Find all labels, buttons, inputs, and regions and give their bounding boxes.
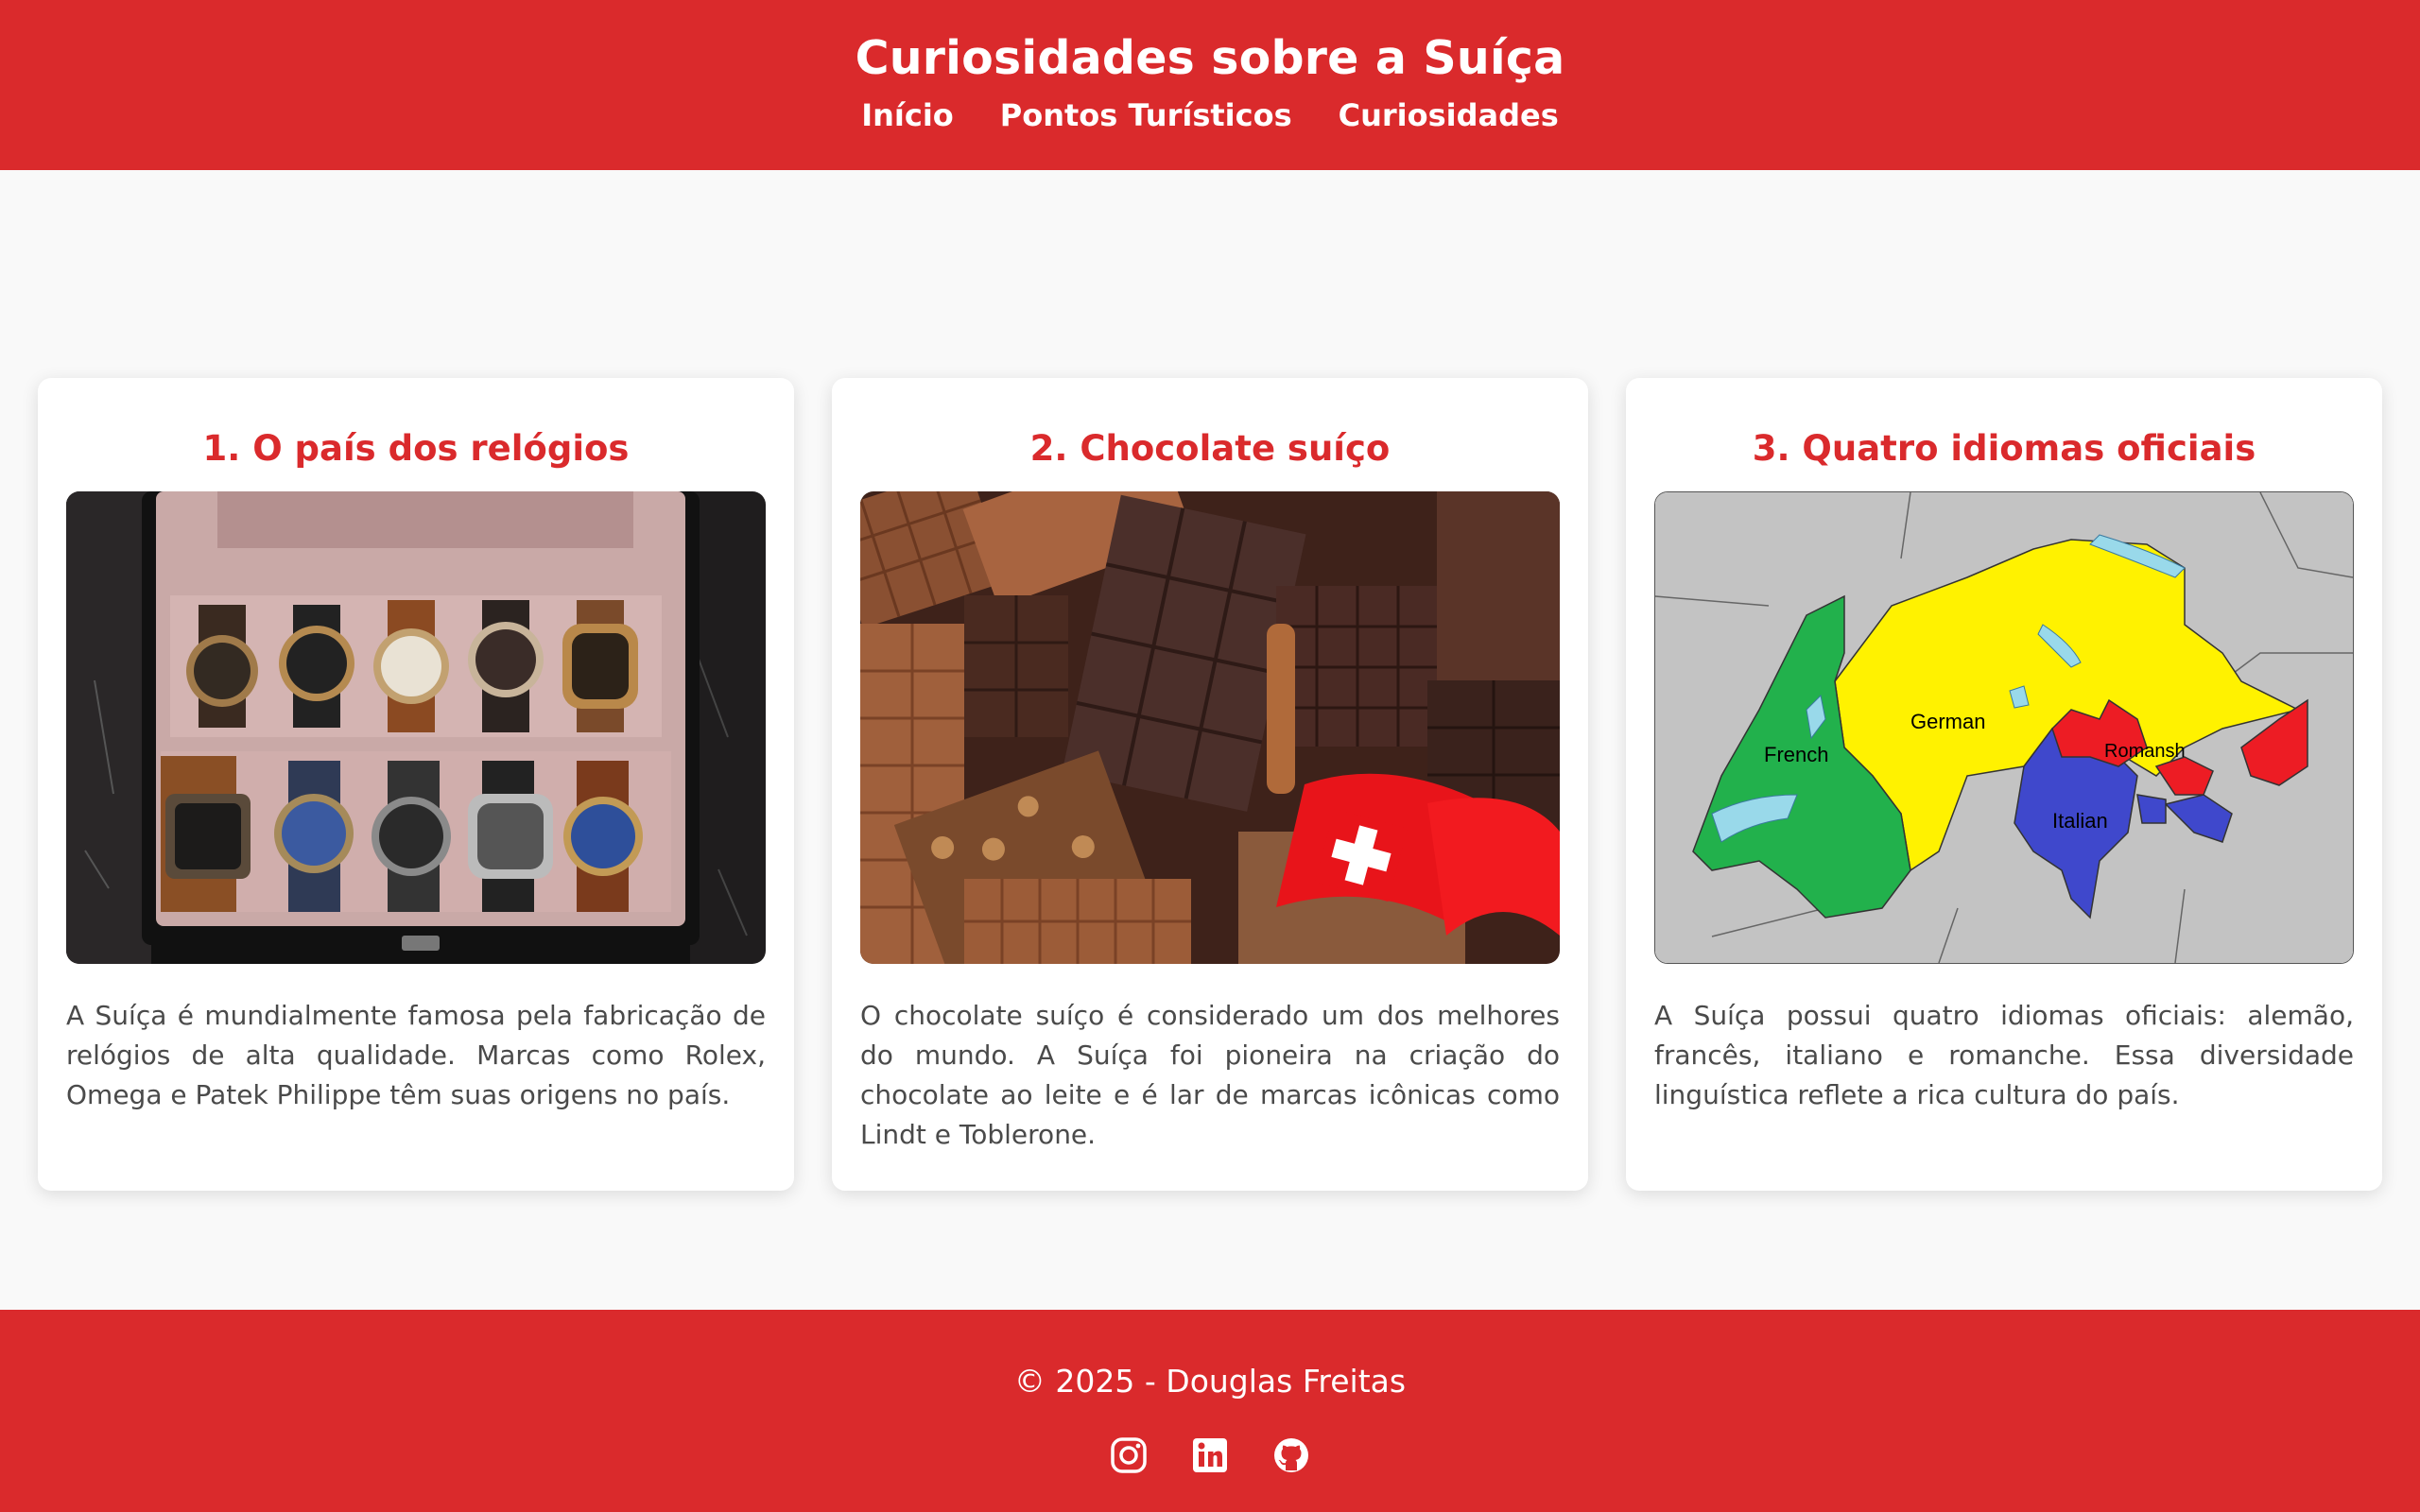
github-icon[interactable] (1272, 1436, 1310, 1474)
map-label-german: German (1910, 710, 1985, 733)
map-label-italian: Italian (2052, 809, 2108, 833)
card-title: 2. Chocolate suíço (1029, 428, 1391, 469)
site-header: Curiosidades sobre a Suíça Início Pontos… (0, 0, 2420, 170)
card-languages: 3. Quatro idiomas oficiais French German… (1626, 378, 2382, 1191)
card-text: O chocolate suíço é considerado um dos m… (860, 1000, 1560, 1150)
chocolate-image (860, 491, 1560, 964)
linkedin-icon[interactable] (1191, 1436, 1229, 1474)
main-nav: Início Pontos Turísticos Curiosidades (0, 96, 2420, 134)
card-title: 1. O país dos relógios (202, 428, 630, 469)
card-watches: 1. O país dos relógios A Suíça é mundial… (38, 378, 794, 1191)
map-label-french: French (1764, 743, 1828, 766)
nav-link-inicio[interactable]: Início (861, 96, 954, 134)
watches-image (66, 491, 766, 964)
card-text: A Suíça possui quatro idiomas oficiais: … (1654, 1000, 2354, 1110)
nav-link-pontos-turisticos[interactable]: Pontos Turísticos (1000, 96, 1292, 134)
site-footer: © 2025 - Douglas Freitas (0, 1310, 2420, 1512)
social-links (0, 1436, 2420, 1474)
copyright-text: © 2025 - Douglas Freitas (1013, 1363, 1407, 1400)
map-label-romansh: Romansh (2104, 741, 2186, 762)
curiosities-section: 1. O país dos relógios A Suíça é mundial… (38, 378, 2382, 1191)
card-text: A Suíça é mundialmente famosa pela fabri… (66, 1000, 766, 1110)
page-title: Curiosidades sobre a Suíça (855, 31, 1565, 85)
language-map-image: French German Romansh Italian (1654, 491, 2354, 964)
instagram-icon[interactable] (1110, 1436, 1148, 1474)
nav-link-curiosidades[interactable]: Curiosidades (1339, 96, 1559, 134)
card-title: 3. Quatro idiomas oficiais (1752, 428, 2256, 469)
card-chocolate: 2. Chocolate suíço O chocolate suíço é c… (832, 378, 1588, 1191)
